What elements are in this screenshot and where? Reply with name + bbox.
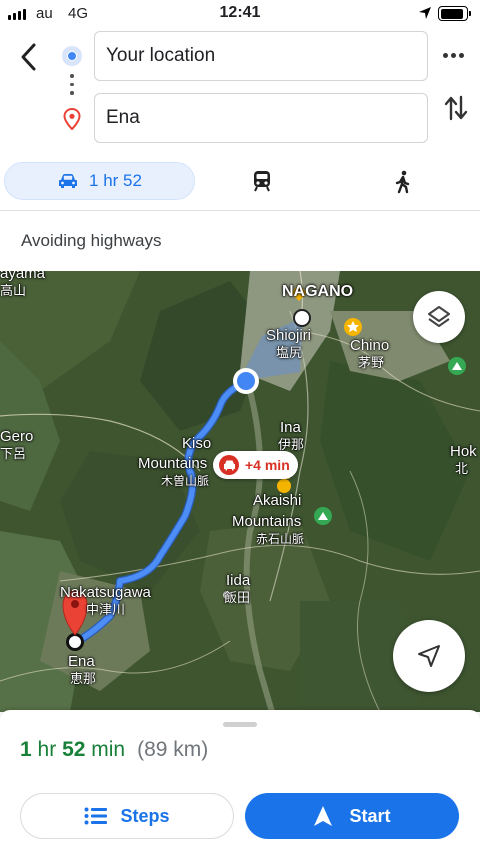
- route-summary-sheet: 1 hr 52 min (89 km) Steps Start: [0, 710, 480, 854]
- status-bar: au 4G 12:41: [0, 0, 480, 28]
- map-label-akaishi-mountains: Mountains: [232, 513, 302, 530]
- origin-dot-icon: [62, 46, 82, 66]
- map-label-hok-jp: 北: [455, 461, 469, 476]
- back-arrow-icon: [21, 43, 36, 71]
- layers-button[interactable]: [413, 291, 465, 343]
- steps-button[interactable]: Steps: [20, 793, 234, 839]
- origin-input[interactable]: Your location: [94, 31, 428, 81]
- battery-level: [440, 8, 463, 19]
- traffic-car-icon: [219, 455, 239, 475]
- map-label-kiso: Kiso: [182, 435, 212, 452]
- navigation-start-icon: [314, 806, 333, 826]
- header-divider: [0, 210, 480, 211]
- recenter-button[interactable]: [393, 620, 465, 692]
- map-label-iida-jp: 飯田: [224, 590, 251, 605]
- route-distance: (89 km): [137, 738, 209, 761]
- map-label-iida: Iida: [226, 572, 251, 589]
- list-icon: [84, 807, 108, 825]
- tab-transit[interactable]: [252, 170, 272, 197]
- back-button[interactable]: [14, 40, 44, 74]
- navigation-arrow-icon: [418, 645, 440, 667]
- map-label-shiojiri-jp: 塩尻: [276, 345, 303, 360]
- tab-walk[interactable]: [394, 170, 412, 199]
- map-label-ena-jp: 恵那: [70, 671, 97, 686]
- map-view[interactable]: NAGANO Shiojiri 塩尻 Chino 茅野 Ina 伊那 Kiso …: [0, 271, 480, 712]
- route-summary: 1 hr 52 min (89 km): [20, 738, 208, 762]
- map-label-chino-jp: 茅野: [358, 355, 385, 370]
- map-label-ina: Ina: [280, 419, 301, 436]
- travel-mode-tabs: 1 hr 52: [0, 162, 480, 202]
- map-label-gero-jp: 下呂: [0, 446, 27, 461]
- map-label-nakatsugawa-jp: 中津川: [86, 602, 126, 617]
- battery-tip: [469, 11, 471, 16]
- car-icon: [59, 174, 78, 188]
- start-button[interactable]: Start: [245, 793, 459, 839]
- tab-drive[interactable]: 1 hr 52: [4, 162, 195, 200]
- map-label-akaishi-jp: 赤石山脈: [256, 532, 305, 546]
- route-duration: 1 hr 52 min: [20, 738, 125, 761]
- steps-label: Steps: [120, 805, 170, 826]
- more-options-icon[interactable]: [443, 53, 464, 58]
- map-label-ena: Ena: [68, 653, 95, 670]
- map-label-kiso-mountains: Mountains: [138, 455, 208, 472]
- route-connector-icon: [70, 74, 74, 100]
- map-label-chino: Chino: [350, 337, 390, 354]
- duration-minutes: 52: [62, 738, 86, 761]
- destination-input[interactable]: Ena: [94, 93, 428, 143]
- route-options-note: Avoiding highways: [21, 231, 162, 250]
- map-label-takayama-jp: 高山: [0, 283, 27, 298]
- map-label-nagano: NAGANO: [282, 283, 354, 300]
- start-label: Start: [349, 805, 391, 826]
- sheet-drag-handle[interactable]: [223, 722, 257, 727]
- traffic-delay-callout[interactable]: +4 min: [213, 451, 298, 479]
- walk-icon: [395, 170, 410, 194]
- drive-duration-label: 1 hr 52: [89, 171, 142, 190]
- swap-icon[interactable]: [444, 94, 468, 122]
- map-label-gero: Gero: [0, 428, 34, 445]
- map-label-kiso-jp: 木曽山脈: [161, 474, 210, 488]
- map-label-akaishi: Akaishi: [253, 492, 302, 509]
- duration-minutes-unit: min: [91, 738, 126, 761]
- duration-hours: 1: [20, 738, 32, 761]
- duration-hours-unit: hr: [37, 738, 57, 761]
- map-label-shiojiri: Shiojiri: [266, 327, 312, 344]
- layers-icon: [428, 306, 450, 327]
- battery-icon: [438, 6, 468, 21]
- map-label-nakatsugawa: Nakatsugawa: [60, 584, 151, 601]
- map-label-takayama: ayama: [0, 271, 46, 282]
- location-arrow-icon: [419, 7, 431, 19]
- map-label-hok: Hok: [450, 443, 477, 460]
- status-time: 12:41: [219, 4, 261, 21]
- train-icon: [254, 171, 270, 192]
- destination-pin-icon: [63, 108, 81, 130]
- traffic-delay-label: +4 min: [245, 457, 290, 473]
